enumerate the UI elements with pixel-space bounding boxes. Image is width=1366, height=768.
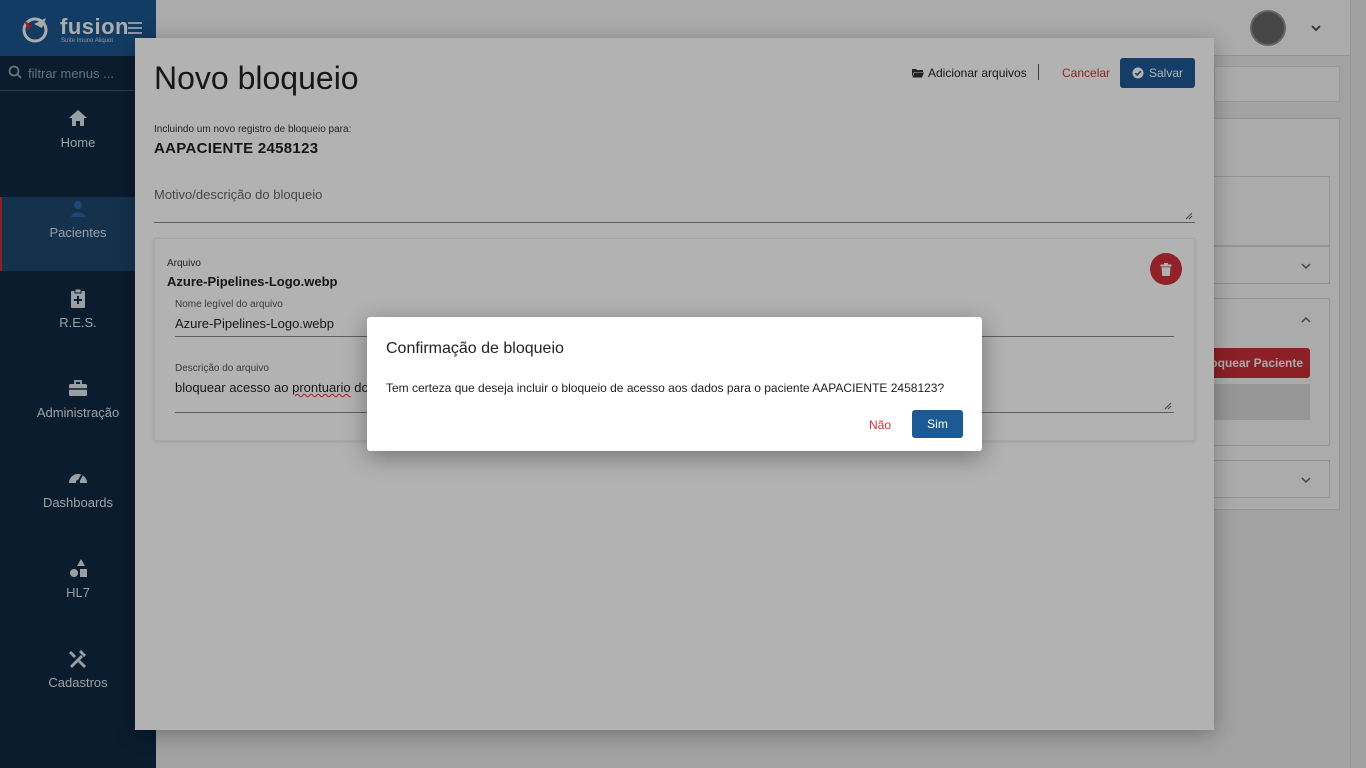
confirm-dialog-title: Confirmação de bloqueio [386, 340, 564, 357]
confirm-dialog-message: Tem certeza que deseja incluir o bloquei… [386, 381, 945, 395]
confirm-dialog: Confirmação de bloqueio Tem certeza que … [367, 317, 982, 451]
yes-button[interactable]: Sim [912, 410, 963, 438]
no-button[interactable]: Não [861, 411, 899, 439]
